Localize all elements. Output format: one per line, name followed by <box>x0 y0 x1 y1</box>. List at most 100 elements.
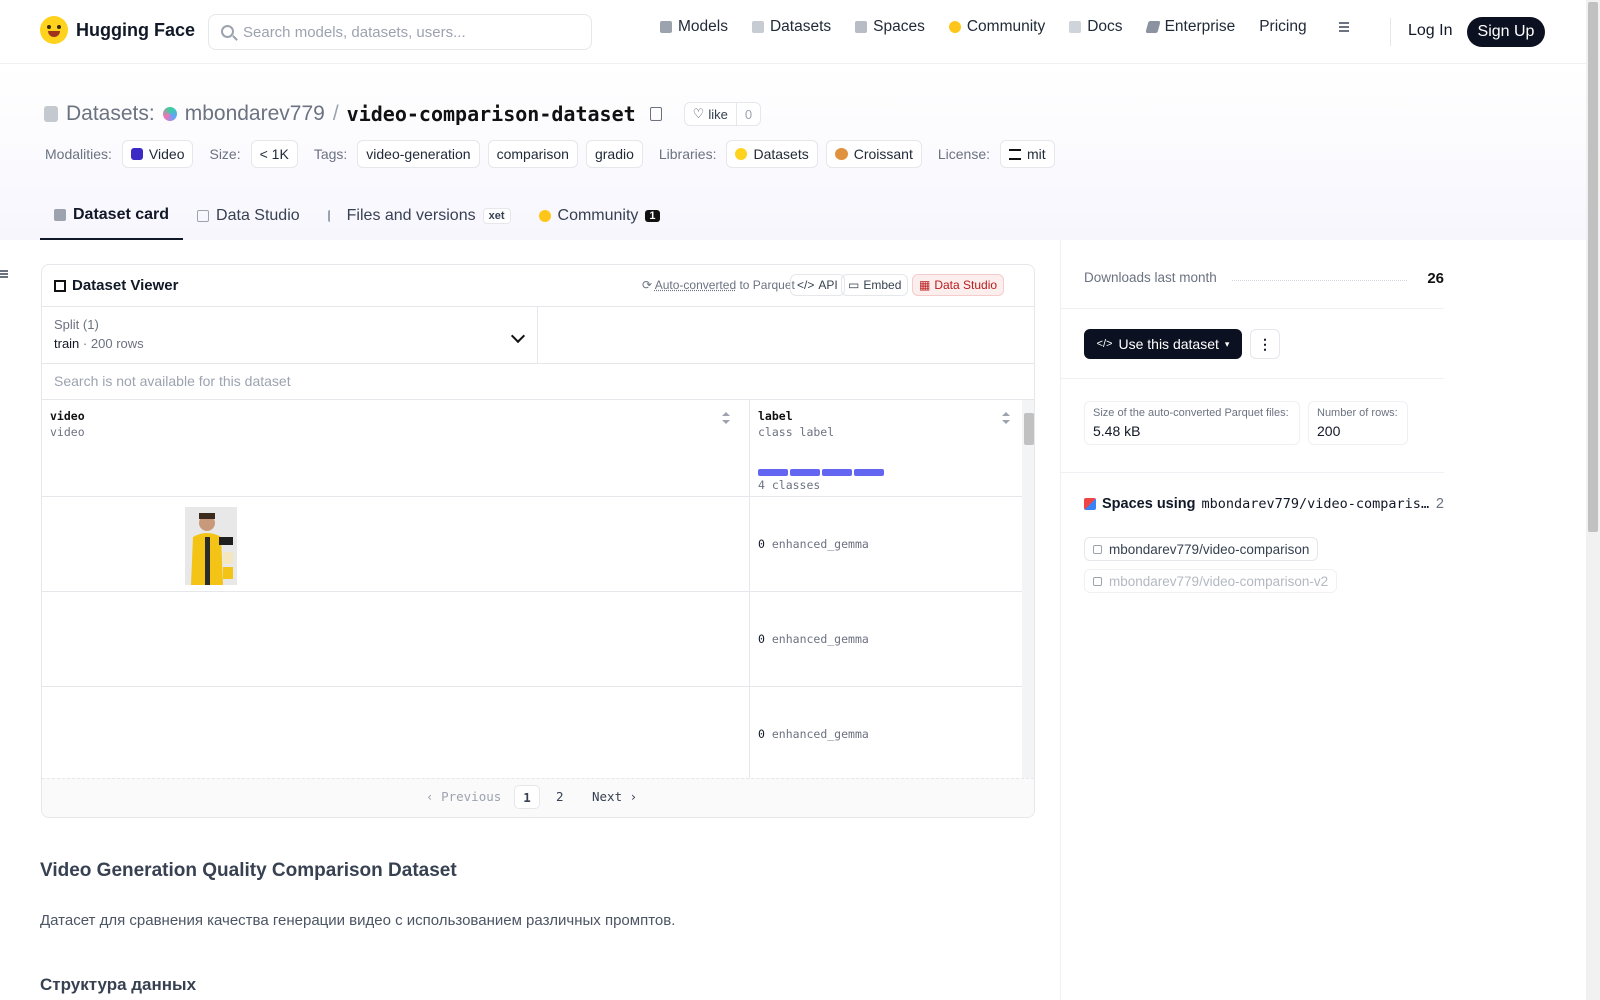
table-row[interactable]: 0 enhanced_gemma <box>42 591 1022 688</box>
tab-dataset-card[interactable]: Dataset card <box>40 192 184 240</box>
login-link[interactable]: Log In <box>1408 22 1452 40</box>
search-input[interactable]: Search models, datasets, users... <box>208 14 592 50</box>
tag-video-generation[interactable]: video-generation <box>357 140 480 168</box>
embed-button[interactable]: ▭ Embed <box>841 274 909 296</box>
page-1-button[interactable]: 1 <box>514 785 540 809</box>
class-count: 4 classes <box>758 478 821 492</box>
like-button[interactable]: ♡ like 0 <box>683 102 762 126</box>
split-select[interactable]: Split (1) train · 200 rows <box>42 307 538 364</box>
tag-size[interactable]: < 1K <box>250 140 298 168</box>
more-menu-icon[interactable] <box>1331 21 1349 33</box>
repo-type-link[interactable]: Datasets: <box>66 102 155 126</box>
sort-icon[interactable] <box>1002 412 1010 424</box>
dotted-leader <box>1232 280 1407 281</box>
license-label: License: <box>937 146 991 162</box>
tag-license[interactable]: mit <box>1000 140 1055 168</box>
nav-divider <box>1390 18 1391 46</box>
nav-pricing[interactable]: Pricing <box>1259 18 1306 36</box>
split-value: train · 200 rows <box>54 336 144 351</box>
previous-page-button[interactable]: ‹ Previous <box>426 789 501 804</box>
space-link[interactable]: mbondarev779/video-comparison <box>1084 537 1319 561</box>
libraries-label: Libraries: <box>658 146 717 162</box>
label-index: 0 <box>758 727 765 741</box>
sort-icon[interactable] <box>722 412 730 424</box>
tag-modality-video[interactable]: Video <box>121 140 194 168</box>
tag-modality-label: Video <box>148 146 185 162</box>
home-link[interactable]: Hugging Face <box>40 16 195 44</box>
nav-models[interactable]: Models <box>660 18 728 36</box>
column-name: video <box>50 409 85 423</box>
auto-converted-link[interactable]: Auto-converted <box>655 278 736 292</box>
size-label: Size: <box>209 146 241 162</box>
class-distribution-bar[interactable] <box>758 469 884 476</box>
split-empty-panel <box>538 307 1034 364</box>
viewer-search-disabled: Search is not available for this dataset <box>42 364 1034 400</box>
video-thumbnail[interactable] <box>185 507 237 585</box>
parquet-size-box: Size of the auto-converted Parquet files… <box>1084 401 1300 445</box>
auto-converted-note[interactable]: ⟳ Auto-converted to Parquet <box>642 278 795 292</box>
parquet-size-value: 5.48 kB <box>1093 423 1141 439</box>
like-count[interactable]: 0 <box>737 103 760 125</box>
tags-label: Tags: <box>313 146 348 162</box>
owner-link[interactable]: mbondarev779 <box>185 102 325 126</box>
tag-library-croissant[interactable]: Croissant <box>825 140 922 168</box>
card-intro: Датасет для сравнения качества генерации… <box>40 912 676 929</box>
nav-community[interactable]: Community <box>948 18 1045 36</box>
viewer-scrollbar[interactable] <box>1022 400 1034 780</box>
copy-icon[interactable] <box>649 107 662 121</box>
downloads-stat: Downloads last month 26 <box>1084 270 1444 287</box>
embed-label: Embed <box>863 278 902 292</box>
class-bar-segment[interactable] <box>822 469 852 476</box>
library-croissant-label: Croissant <box>853 146 913 162</box>
tag-library-datasets[interactable]: Datasets <box>726 140 818 168</box>
data-studio-label: Data Studio <box>934 278 998 292</box>
sidebar-toggle-icon[interactable] <box>0 270 10 280</box>
license-value: mit <box>1027 146 1046 162</box>
top-navigation: Hugging Face Search models, datasets, us… <box>0 0 1586 64</box>
viewer-scrollbar-thumb[interactable] <box>1024 413 1034 445</box>
nav-docs[interactable]: Docs <box>1069 18 1123 36</box>
space-link[interactable]: mbondarev779/video-comparison-v2 <box>1084 569 1338 593</box>
data-studio-button[interactable]: ▦ Data Studio <box>912 274 1005 296</box>
use-dataset-button[interactable]: </> Use this dataset ▾ <box>1084 329 1242 359</box>
tag-comparison[interactable]: comparison <box>487 140 578 168</box>
tag-gradio[interactable]: gradio <box>585 140 643 168</box>
page-2-button[interactable]: 2 <box>556 789 564 804</box>
page-scrollbar-thumb[interactable] <box>1588 2 1598 532</box>
class-bar-segment[interactable] <box>790 469 820 476</box>
table-row[interactable]: 0 enhanced_gemma <box>42 686 1022 783</box>
nav-spaces[interactable]: Spaces <box>855 18 925 36</box>
space-icon <box>1093 544 1102 554</box>
nav-enterprise[interactable]: Enterprise <box>1144 18 1235 36</box>
spaces-icon <box>1084 498 1096 510</box>
table-icon <box>197 210 210 222</box>
kebab-icon: ⋮ <box>1258 335 1272 352</box>
column-header-video[interactable]: video video <box>50 408 85 440</box>
downloads-count: 26 <box>1427 270 1444 287</box>
column-header-label[interactable]: label class label <box>758 408 834 440</box>
space-link-label: mbondarev779/video-comparison-v2 <box>1109 573 1329 589</box>
more-options-button[interactable]: ⋮ <box>1250 329 1280 359</box>
tab-files[interactable]: Files and versions xet <box>314 192 525 240</box>
nav-datasets[interactable]: Datasets <box>751 18 832 36</box>
next-page-button[interactable]: Next › <box>592 789 637 804</box>
downloads-label: Downloads last month <box>1084 270 1217 285</box>
column-type: video <box>50 425 85 439</box>
brand-name: Hugging Face <box>76 19 196 40</box>
class-bar-segment[interactable] <box>758 469 788 476</box>
tab-data-studio[interactable]: Data Studio <box>183 192 314 240</box>
nav-datasets-label: Datasets <box>769 18 832 35</box>
croissant-icon <box>834 148 848 160</box>
class-bar-segment[interactable] <box>854 469 884 476</box>
space-icon <box>1093 576 1102 586</box>
label-name: enhanced_gemma <box>771 632 869 646</box>
table-row[interactable]: 0 enhanced_gemma <box>42 496 1022 593</box>
column-type: class label <box>758 425 835 439</box>
cube-icon <box>660 21 672 33</box>
nav-models-label: Models <box>678 18 728 35</box>
signup-button[interactable]: Sign Up <box>1467 17 1545 47</box>
tab-community[interactable]: Community 1 <box>525 192 674 240</box>
label-name: enhanced_gemma <box>771 727 869 741</box>
api-button[interactable]: </> API <box>790 274 845 296</box>
repo-name[interactable]: video-comparison-dataset <box>347 102 636 126</box>
